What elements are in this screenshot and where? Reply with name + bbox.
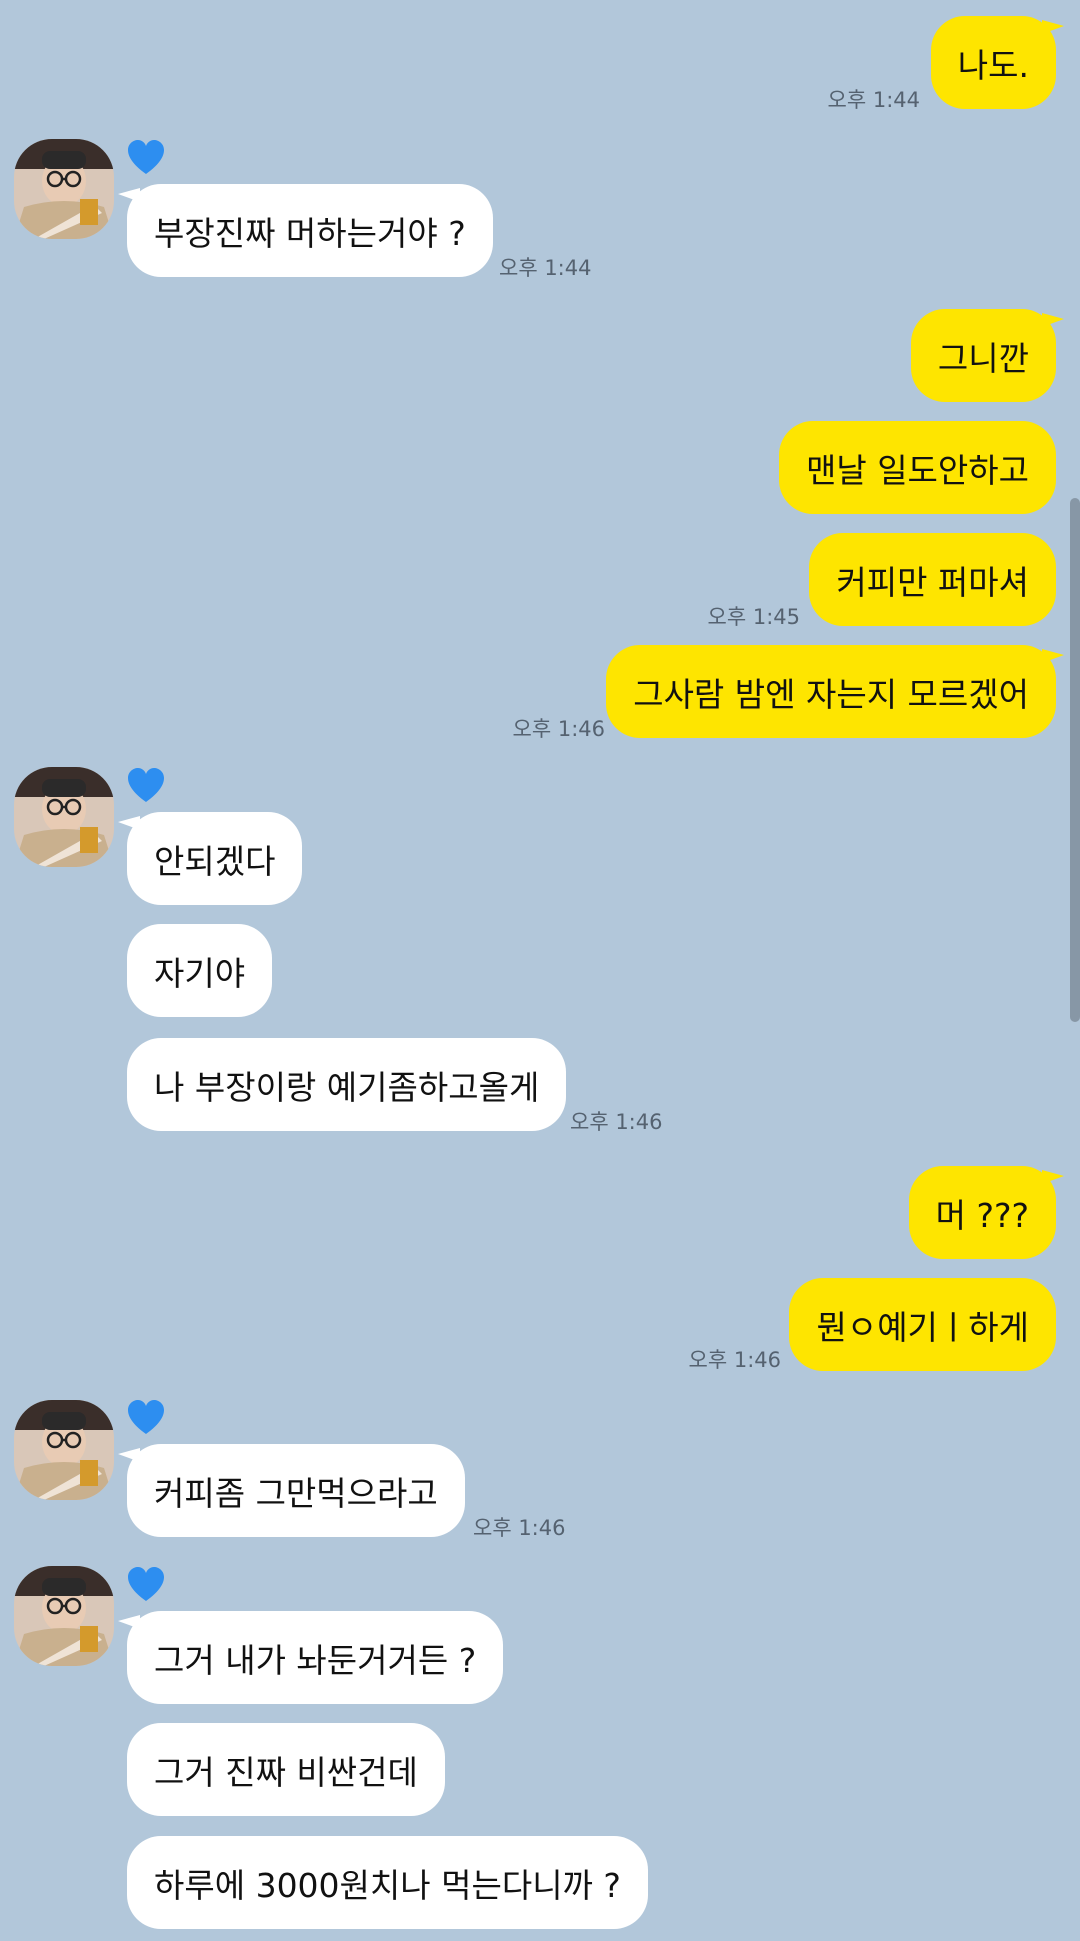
contact-avatar[interactable] [14,1566,114,1666]
message-bubble-mine[interactable]: 맨날 일도안하고 [778,421,1056,514]
message-bubble-theirs[interactable]: 나 부장이랑 예기좀하고올게 [127,1038,567,1131]
chat-room: 나도. 오후 1:44 부장진짜 머하는거야 ? 오후 1:44 그니깐 맨날 … [0,0,1080,1941]
message-bubble-mine[interactable]: 커피만 퍼마셔 [809,533,1056,626]
contact-avatar[interactable] [14,1400,114,1500]
message-bubble-mine[interactable]: 나도. [930,16,1056,109]
message-bubble-theirs[interactable]: 커피좀 그만먹으라고 [127,1444,465,1537]
blue-heart-icon [126,138,166,178]
blue-heart-icon [126,1565,166,1605]
scrollbar[interactable] [1070,498,1080,1022]
message-timestamp: 오후 1:46 [570,1110,663,1134]
message-bubble-theirs[interactable]: 그거 내가 놔둔거거든 ? [127,1611,504,1704]
message-bubble-mine[interactable]: 뭔ㅇ예기ㅣ하게 [789,1278,1056,1371]
contact-avatar[interactable] [14,767,114,867]
message-bubble-mine[interactable]: 그니깐 [910,309,1056,402]
blue-heart-icon [126,1398,166,1438]
contact-avatar[interactable] [14,139,114,239]
message-bubble-mine[interactable]: 머 ??? [908,1166,1056,1259]
message-bubble-theirs[interactable]: 하루에 3000원치나 먹는다니까 ? [127,1836,648,1929]
blue-heart-icon [126,766,166,806]
message-bubble-theirs[interactable]: 안되겠다 [127,812,303,905]
message-timestamp: 오후 1:46 [473,1516,566,1540]
message-timestamp: 오후 1:46 [688,1348,781,1372]
message-timestamp: 오후 1:46 [512,717,605,741]
message-bubble-theirs[interactable]: 부장진짜 머하는거야 ? [127,184,493,277]
message-timestamp: 오후 1:44 [827,88,920,112]
message-bubble-theirs[interactable]: 그거 진짜 비싼건데 [127,1723,445,1816]
message-bubble-mine[interactable]: 그사람 밤엔 자는지 모르겠어 [606,645,1056,738]
message-bubble-theirs[interactable]: 자기야 [127,924,273,1017]
message-timestamp: 오후 1:45 [707,605,800,629]
message-timestamp: 오후 1:44 [499,256,592,280]
